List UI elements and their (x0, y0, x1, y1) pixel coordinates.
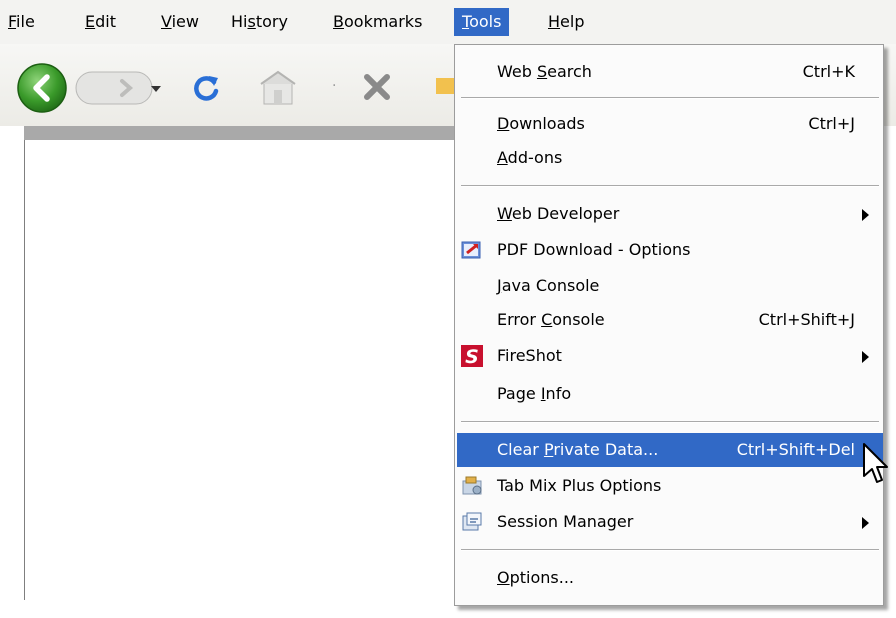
menu-separator (461, 421, 879, 423)
web-search-shortcut: Ctrl+K (802, 62, 855, 81)
tools-menu: Web Search Ctrl+K Downloads Ctrl+J Add-o… (454, 44, 884, 606)
menu-edit-accel: E (85, 12, 96, 31)
menu-file-post: ile (16, 12, 35, 31)
error-console-post: onsole (552, 310, 605, 329)
menu-help-accel: H (548, 12, 561, 31)
menu-item-tab-mix-plus[interactable]: Tab Mix Plus Options (455, 469, 883, 503)
clear-private-pre: Clear (497, 440, 544, 459)
page-info-label: Page Info (497, 377, 571, 411)
menu-item-addons[interactable]: Add-ons (455, 141, 883, 175)
menu-view-accel: V (161, 12, 172, 31)
menu-item-session-manager[interactable]: Session Manager (455, 505, 883, 539)
menu-item-downloads[interactable]: Downloads Ctrl+J (455, 107, 883, 141)
clear-private-post: rivate Data... (553, 440, 659, 459)
menu-view-post: iew (171, 12, 199, 31)
menu-item-java-console[interactable]: Java Console (455, 269, 883, 303)
downloads-label: Downloads (497, 107, 585, 141)
menu-tools-accel: T (462, 12, 470, 31)
pdf-download-label: PDF Download - Options (497, 240, 691, 259)
submenu-arrow-icon (862, 351, 869, 363)
error-console-shortcut: Ctrl+Shift+J (758, 310, 855, 329)
downloads-shortcut: Ctrl+J (808, 114, 855, 133)
menu-item-web-search[interactable]: Web Search Ctrl+K (455, 55, 883, 89)
error-console-label: Error Console (497, 303, 605, 337)
clear-private-accel: P (543, 440, 554, 459)
java-console-post: ava Console (501, 276, 600, 295)
menu-separator (461, 549, 879, 551)
downloads-post: ownloads (509, 114, 585, 133)
submenu-arrow-icon (862, 209, 869, 221)
downloads-accel: D (497, 114, 510, 133)
home-button-partial-icon[interactable] (430, 74, 454, 98)
page-info-pre: Page (497, 384, 541, 403)
menu-history[interactable]: History (223, 8, 296, 36)
menu-tools[interactable]: Tools (454, 8, 510, 36)
session-manager-icon (462, 512, 482, 531)
menu-file-accel: F (8, 12, 17, 31)
menu-item-pdf-download[interactable]: PDF Download - Options (455, 233, 883, 267)
reload-icon[interactable] (190, 72, 222, 104)
menu-history-pre: Hi (231, 12, 248, 31)
menu-help[interactable]: Help (540, 8, 592, 36)
web-search-label: Web Search (497, 55, 592, 89)
pdf-download-icon (461, 241, 481, 259)
menu-item-web-developer[interactable]: Web Developer (455, 197, 883, 231)
options-label: Options... (497, 561, 574, 595)
menu-bookmarks[interactable]: Bookmarks (325, 8, 430, 36)
toolbar-separator: · (332, 78, 337, 94)
menu-item-fireshot[interactable]: S FireShot (455, 339, 883, 373)
menu-history-post: tory (255, 12, 288, 31)
web-search-post: earch (547, 62, 592, 81)
web-developer-accel: W (497, 204, 512, 223)
menu-item-error-console[interactable]: Error Console Ctrl+Shift+J (455, 303, 883, 337)
menu-file[interactable]: File (0, 8, 43, 36)
menu-item-page-info[interactable]: Page Info (455, 377, 883, 411)
stop-icon[interactable] (360, 70, 394, 104)
history-dropdown-icon[interactable] (148, 80, 164, 96)
tabmix-label: Tab Mix Plus Options (497, 476, 662, 495)
menu-bookmarks-accel: B (333, 12, 344, 31)
session-manager-label: Session Manager (497, 512, 634, 531)
menu-separator (461, 97, 879, 99)
menu-help-post: elp (560, 12, 585, 31)
addons-accel: A (497, 148, 508, 167)
menu-edit-post: dit (95, 12, 116, 31)
menu-view[interactable]: View (153, 8, 207, 36)
addons-post: dd-ons (507, 148, 563, 167)
clear-private-label: Clear Private Data... (497, 433, 658, 467)
web-developer-post: eb Developer (511, 204, 620, 223)
mouse-cursor-icon (863, 443, 888, 483)
clear-private-shortcut: Ctrl+Shift+Del (736, 440, 855, 459)
submenu-arrow-icon (862, 517, 869, 529)
options-post: ptions... (509, 568, 574, 587)
menu-history-accel: s (247, 12, 256, 31)
menu-item-clear-private-data[interactable]: Clear Private Data... Ctrl+Shift+Del (457, 433, 883, 467)
error-console-pre: Error (497, 310, 542, 329)
home-icon[interactable] (258, 68, 298, 108)
addons-label: Add-ons (497, 141, 562, 175)
menu-item-options[interactable]: Options... (455, 561, 883, 595)
tabmix-icon (462, 476, 482, 495)
page-info-post: nfo (545, 384, 572, 403)
java-console-label: Java Console (497, 269, 599, 303)
back-arrow-icon[interactable] (14, 62, 74, 114)
fireshot-icon: S (461, 345, 483, 367)
web-developer-label: Web Developer (497, 197, 619, 231)
fireshot-label: FireShot (497, 346, 562, 365)
window-left-margin (0, 126, 24, 618)
error-console-accel: C (541, 310, 553, 329)
svg-text:S: S (465, 346, 479, 367)
page-content[interactable] (24, 140, 461, 600)
web-search-accel: S (536, 62, 548, 81)
menu-bookmarks-post: ookmarks (343, 12, 423, 31)
options-accel: O (497, 568, 510, 587)
forward-arrow-icon[interactable] (74, 70, 154, 106)
menu-separator (461, 185, 879, 187)
menu-tools-post: ools (469, 12, 502, 31)
menu-edit[interactable]: Edit (77, 8, 124, 36)
toolbar-divider (0, 126, 460, 140)
web-search-pre: Web (497, 62, 537, 81)
menu-bar: File Edit View History Bookmarks Tools H… (0, 0, 896, 44)
